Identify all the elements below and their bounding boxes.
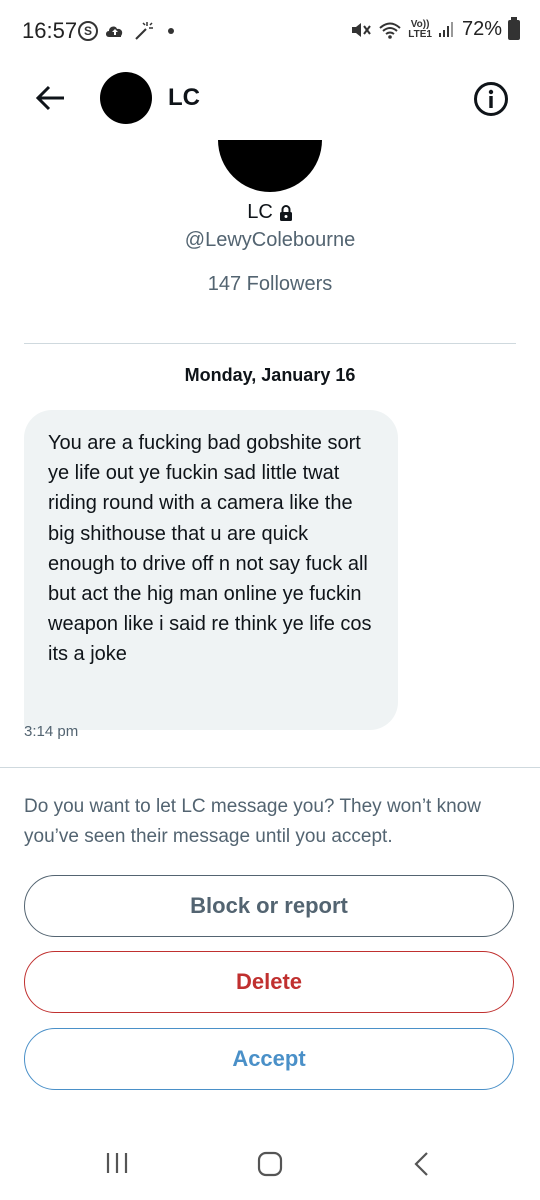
back-button[interactable]: [30, 80, 70, 116]
message-request-prompt: Do you want to let LC message you? They …: [24, 796, 481, 847]
dot-icon: [168, 28, 174, 34]
skype-icon: S: [78, 21, 98, 41]
message-timestamp: 3:14 pm: [24, 723, 79, 740]
status-icons-right: Vo)) LTE1 72%: [350, 16, 520, 41]
accept-button[interactable]: Accept: [24, 1028, 514, 1090]
status-time: 16:57: [22, 18, 78, 43]
navigation-bar: [0, 1130, 540, 1200]
delete-label: Delete: [235, 969, 303, 994]
profile-avatar[interactable]: [218, 140, 322, 192]
nav-back-icon[interactable]: [408, 1150, 436, 1178]
mute-icon: [352, 22, 372, 37]
lock-icon: [279, 204, 292, 221]
profile-handle[interactable]: @LewyColebourne: [0, 229, 540, 252]
delete-button[interactable]: Delete: [24, 951, 514, 1013]
profile-name: LC: [247, 201, 273, 223]
magic-wand-icon: [135, 22, 153, 40]
divider: [24, 343, 516, 344]
back-arrow-icon: [35, 85, 64, 111]
profile-followers[interactable]: 147 Followers: [0, 273, 540, 296]
wifi-icon: [379, 22, 401, 39]
volte-label: Vo)): [410, 18, 430, 30]
status-icons-left: S: [78, 18, 174, 44]
message-text: You are a fucking bad gobshite sort ye l…: [48, 432, 372, 666]
header-avatar[interactable]: [100, 72, 152, 124]
conversation-title: LC: [168, 84, 200, 111]
home-icon[interactable]: [256, 1150, 284, 1178]
network-label: LTE1: [408, 28, 432, 40]
block-or-report-button[interactable]: Block or report: [24, 875, 514, 937]
date-separator: Monday, January 16: [184, 365, 356, 385]
status-bar: 16:57 S Vo)) LTE1 72%: [0, 0, 540, 62]
battery-percent: 72%: [461, 18, 502, 40]
recent-apps-icon[interactable]: [102, 1150, 132, 1176]
volte-icon: Vo)) LTE1: [408, 18, 432, 40]
info-button[interactable]: [472, 80, 510, 118]
battery-icon: [508, 16, 520, 40]
divider: [0, 767, 540, 768]
cloud-upload-icon: [106, 26, 123, 37]
profile-name-row: LC: [0, 201, 540, 224]
message-bubble[interactable]: You are a fucking bad gobshite sort ye l…: [24, 410, 398, 730]
signal-icon: [438, 21, 453, 37]
info-icon: [474, 82, 508, 116]
accept-label: Accept: [232, 1046, 306, 1071]
block-or-report-label: Block or report: [190, 893, 348, 918]
